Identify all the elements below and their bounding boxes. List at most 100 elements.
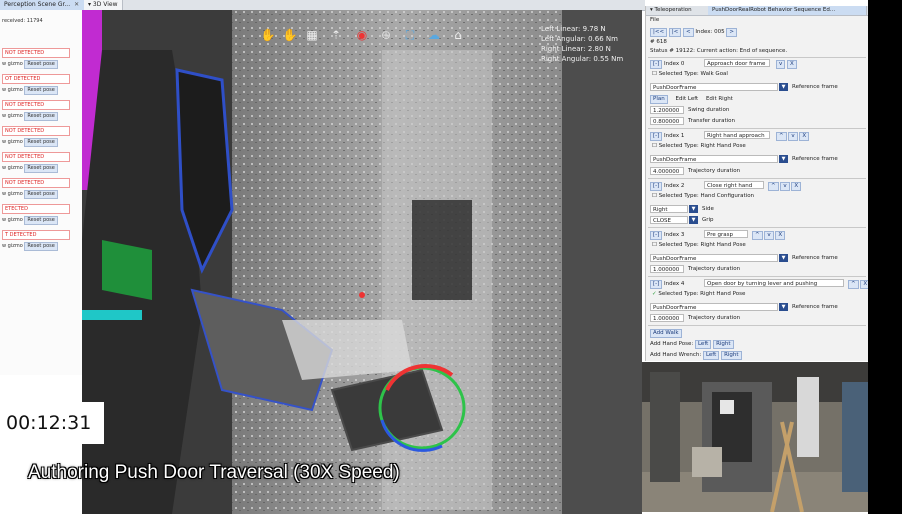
delete-button[interactable]: X [799, 132, 810, 141]
edit-left-button[interactable]: Edit Left [675, 96, 698, 102]
tab-teleoperation[interactable]: ▾ Teleoperation [646, 6, 710, 15]
tab-behavior-sequence[interactable]: PushDoorRealRobot Behavior Sequence Ed..… [708, 6, 867, 15]
move-up-button[interactable]: ^ [752, 231, 763, 240]
frame-select[interactable]: PushDoorFrame [650, 254, 778, 262]
left-hand-icon[interactable]: ✋ [258, 24, 278, 46]
action-name-field[interactable]: Pre grasp [704, 230, 748, 238]
3d-viewport[interactable]: ✋ ✋ ▦ ⇡ ◉ ⊕ ⛶ ☁ ⌂ Left Linear: 9.78 N Le… [82, 10, 642, 514]
grip-select[interactable]: CLOSE [650, 216, 688, 224]
add-walk-button[interactable]: Add Walk [650, 329, 682, 338]
close-icon[interactable]: ✕ [74, 1, 79, 8]
toggle-icon[interactable]: ◉ [352, 24, 372, 46]
move-down-button[interactable]: v [780, 182, 790, 191]
reset-pose-button[interactable]: Reset pose [24, 60, 58, 69]
swing-duration-label: Swing duration [688, 107, 730, 113]
show-gizmo-label[interactable]: w gizmo [2, 165, 23, 171]
next-button[interactable]: > [726, 28, 738, 37]
selected-checkbox[interactable]: ☐ [652, 143, 657, 149]
delete-button[interactable]: X [791, 182, 802, 191]
action-name-field[interactable]: Close right hand [704, 181, 764, 189]
reset-pose-button[interactable]: Reset pose [24, 164, 58, 173]
action-header-1: [-] Index 1 [650, 132, 684, 141]
move-up-button[interactable]: ^ [776, 132, 787, 141]
detection-row: NOT DETECTED w gizmo Reset pose [2, 152, 70, 173]
show-gizmo-label[interactable]: w gizmo [2, 243, 23, 249]
action-name-field[interactable]: Right hand approach [704, 131, 770, 139]
home-icon[interactable]: ⌂ [448, 24, 468, 46]
selected-checkbox[interactable]: ☐ [652, 242, 657, 248]
wrench-icon[interactable]: ☁ [424, 24, 444, 46]
target-icon[interactable]: ⊕ [376, 24, 396, 46]
tab-perception-label: Perception Scene Gr... [4, 1, 71, 8]
expand-button[interactable]: [-] [650, 280, 663, 289]
reset-pose-button[interactable]: Reset pose [24, 190, 58, 199]
move-down-button[interactable]: v [788, 132, 798, 141]
frame-select[interactable]: PushDoorFrame [650, 303, 778, 311]
edit-right-button[interactable]: Edit Right [706, 96, 733, 102]
selected-checkbox[interactable]: ☐ [652, 71, 657, 77]
add-hand-wrench-row: Add Hand Wrench: Left Right [650, 351, 742, 360]
show-gizmo-label[interactable]: w gizmo [2, 139, 23, 145]
selected-row: ✓ Selected Type: Right Hand Pose [652, 291, 745, 297]
side-select[interactable]: Right [650, 205, 688, 213]
add-hand-pose-right-button[interactable]: Right [713, 340, 734, 349]
walk-icon[interactable]: ⇡ [326, 24, 346, 46]
transfer-duration-field[interactable]: 0.800000 [650, 117, 684, 125]
delete-button[interactable]: X [775, 231, 786, 240]
expand-button[interactable]: [-] [650, 60, 663, 69]
reset-pose-button[interactable]: Reset pose [24, 216, 58, 225]
pointcloud-icon[interactable]: ⛶ [400, 24, 420, 46]
trajectory-duration-field[interactable]: 1.000000 [650, 314, 684, 322]
tab-3d-view[interactable]: ▾ 3D View [84, 0, 123, 10]
show-gizmo-label[interactable]: w gizmo [2, 87, 23, 93]
selected-label: Selected [658, 193, 683, 199]
selected-checkbox[interactable]: ☐ [652, 193, 657, 199]
chevron-down-icon[interactable]: ▼ [779, 155, 788, 163]
move-up-button[interactable]: ^ [848, 280, 859, 289]
chevron-down-icon[interactable]: ▼ [689, 205, 698, 213]
chevron-down-icon[interactable]: ▼ [779, 303, 788, 311]
chevron-down-icon[interactable]: ▼ [779, 83, 788, 91]
menu-file[interactable]: File [650, 17, 659, 23]
move-down-button[interactable]: v [764, 231, 774, 240]
move-up-button[interactable]: ^ [768, 182, 779, 191]
trajectory-duration-field[interactable]: 4.000000 [650, 167, 684, 175]
action-name-field[interactable]: Approach door frame [704, 59, 770, 67]
tab-perception-scene[interactable]: Perception Scene Gr... ✕ [0, 0, 84, 10]
reset-pose-button[interactable]: Reset pose [24, 242, 58, 251]
show-gizmo-label[interactable]: w gizmo [2, 113, 23, 119]
show-gizmo-label[interactable]: w gizmo [2, 217, 23, 223]
reset-pose-button[interactable]: Reset pose [24, 86, 58, 95]
expand-button[interactable]: [-] [650, 231, 663, 240]
swing-duration-field[interactable]: 1.200000 [650, 106, 684, 114]
add-hand-wrench-left-button[interactable]: Left [702, 351, 720, 360]
right-hand-icon[interactable]: ✋ [280, 24, 300, 46]
frame-select[interactable]: PushDoorFrame [650, 155, 778, 163]
expand-button[interactable]: [-] [650, 132, 663, 141]
chevron-down-icon[interactable]: ▼ [779, 254, 788, 262]
reset-pose-button[interactable]: Reset pose [24, 112, 58, 121]
sequence-icon[interactable]: ▦ [302, 24, 322, 46]
force-readout: Left Linear: 9.78 N Left Angular: 0.66 N… [541, 24, 623, 64]
show-gizmo-label[interactable]: w gizmo [2, 191, 23, 197]
add-hand-wrench-right-button[interactable]: Right [721, 351, 742, 360]
move-down-button[interactable]: v [776, 60, 786, 69]
action-name-field[interactable]: Open door by turning lever and pushing [704, 279, 844, 287]
frame-select[interactable]: PushDoorFrame [650, 83, 778, 91]
reset-pose-button[interactable]: Reset pose [24, 138, 58, 147]
plan-button[interactable]: Plan [650, 95, 668, 104]
prev-button[interactable]: < [683, 28, 694, 37]
delete-button[interactable]: X [787, 60, 797, 69]
checkmark-icon[interactable]: ✓ [652, 291, 657, 297]
detection-row: NOT DETECTED w gizmo Reset pose [2, 178, 70, 199]
detection-status: NOT DETECTED [2, 48, 70, 58]
first-button[interactable]: |<< [650, 28, 668, 37]
add-hand-pose-label: Add Hand Pose: [650, 341, 694, 347]
selected-row: ☐ Selected Type: Right Hand Pose [652, 242, 746, 248]
add-hand-pose-left-button[interactable]: Left [694, 340, 712, 349]
chevron-down-icon[interactable]: ▼ [689, 216, 698, 224]
trajectory-duration-field[interactable]: 1.000000 [650, 265, 684, 273]
prev-all-button[interactable]: |< [668, 28, 682, 37]
show-gizmo-label[interactable]: w gizmo [2, 61, 23, 67]
expand-button[interactable]: [-] [650, 182, 663, 191]
